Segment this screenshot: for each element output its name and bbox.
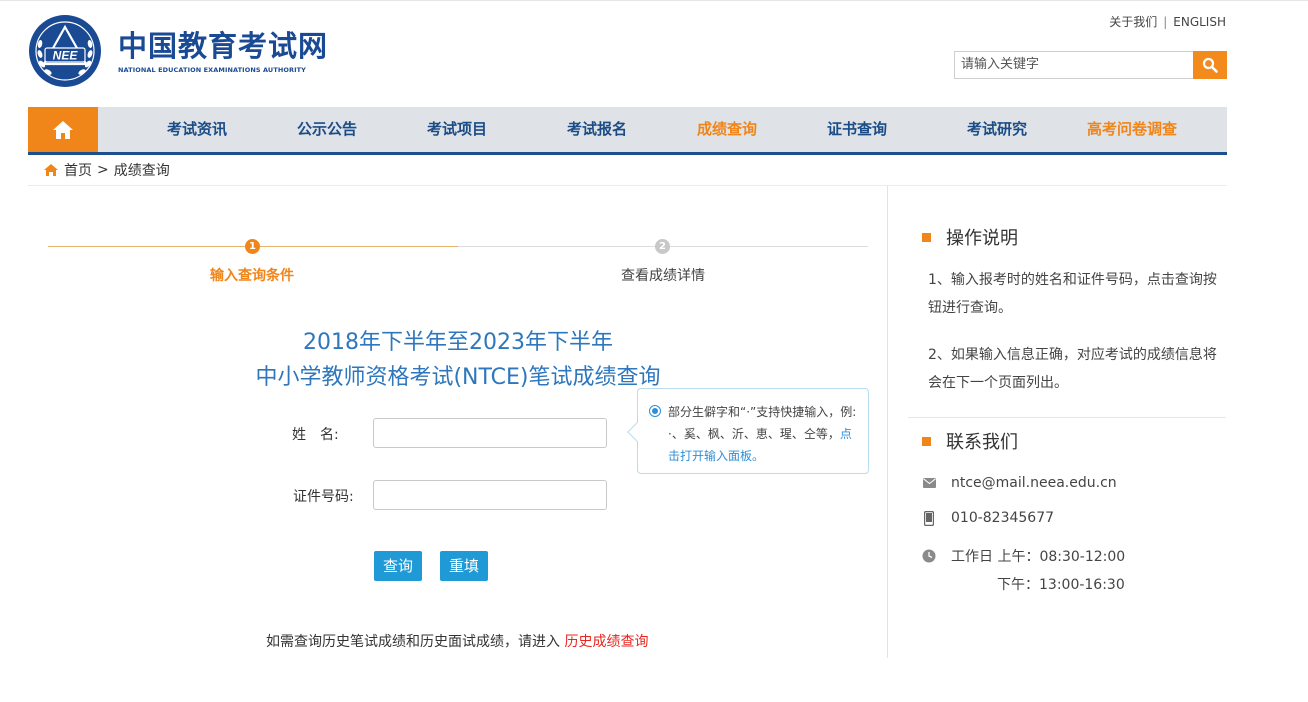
nav-item-exam-programs[interactable]: 考试项目 xyxy=(427,107,487,152)
bullet-square-icon xyxy=(922,436,931,446)
step-2-dot: 2 xyxy=(655,239,670,254)
contact-hours-row: 工作日 上午：08:30-12:00 xyxy=(922,546,1125,566)
instruction-2: 2、如果输入信息正确，对应考试的成绩信息将会在下一个页面列出。 xyxy=(928,347,1217,391)
search-icon xyxy=(1202,57,1218,73)
contact-hours-pm: 下午：13:00-16:30 xyxy=(997,577,1125,593)
radio-icon xyxy=(649,405,661,417)
contact-phone-row: 010-82345677 xyxy=(922,510,1054,526)
nav-item-score-query[interactable]: 成绩查询 xyxy=(697,107,757,152)
phone-icon xyxy=(924,510,934,526)
id-number-label: 证件号码: xyxy=(293,489,354,505)
sidebar-section-divider xyxy=(908,417,1226,418)
reset-button[interactable]: 重填 xyxy=(440,551,488,581)
history-text: 如需查询历史笔试成绩和历史面试成绩，请进入 xyxy=(266,634,565,650)
name-label: 姓 名: xyxy=(292,427,339,443)
neea-emblem-icon: NEE xyxy=(29,15,101,87)
contact-heading: 联系我们 xyxy=(922,428,1018,454)
main-nav: 考试资讯 公示公告 考试项目 考试报名 成绩查询 证书查询 考试研究 高考问卷调… xyxy=(28,107,1227,155)
nav-item-exam-research[interactable]: 考试研究 xyxy=(967,107,1027,152)
nav-item-registration[interactable]: 考试报名 xyxy=(567,107,627,152)
page-title-line-1: 2018年下半年至2023年下半年 xyxy=(303,330,613,355)
id-number-input[interactable] xyxy=(373,480,607,510)
top-links: 关于我们 | ENGLISH xyxy=(1109,13,1226,30)
logo-subtitle: NATIONAL EDUCATION EXAMINATIONS AUTHORIT… xyxy=(118,65,306,74)
top-border xyxy=(0,0,1308,1)
contact-hours-am: 工作日 上午：08:30-12:00 xyxy=(951,549,1126,565)
link-separator: | xyxy=(1163,14,1168,29)
site-search: 请输入关键字 xyxy=(954,51,1227,79)
bullet-square-icon xyxy=(922,232,931,242)
name-input[interactable] xyxy=(373,418,607,448)
input-tip-popover: 部分生僻字和“·”支持快捷输入，例: ·、奚、枫、沂、恵、瑆、仝等，点击打开输入… xyxy=(627,388,869,474)
tip-description: 部分生僻字和“·”支持快捷输入，例: ·、奚、枫、沂、恵、瑆、仝等， xyxy=(668,405,857,441)
instructions-title: 操作说明 xyxy=(946,228,1018,249)
logo-title: 中国教育考试网 xyxy=(118,28,329,63)
breadcrumb-current: 成绩查询 xyxy=(113,163,170,179)
nav-item-exam-news[interactable]: 考试资讯 xyxy=(167,107,227,152)
contact-hours-pm-row: 下午：13:00-16:30 xyxy=(997,574,1125,594)
history-score-link[interactable]: 历史成绩查询 xyxy=(564,634,648,650)
site-logo[interactable]: NEE 中国教育考试网 NATIONAL EDUCATION EXAMINATI… xyxy=(28,14,328,88)
clock-icon xyxy=(922,549,936,563)
nav-item-gaokao-survey[interactable]: 高考问卷调查 xyxy=(1087,107,1177,152)
page-title-line-2: 中小学教师资格考试(NTCE)笔试成绩查询 xyxy=(255,365,661,390)
english-link[interactable]: ENGLISH xyxy=(1173,15,1226,29)
history-notice: 如需查询历史笔试成绩和历史面试成绩，请进入 历史成绩查询 xyxy=(266,631,648,651)
query-button[interactable]: 查询 xyxy=(374,551,422,581)
search-button[interactable] xyxy=(1193,51,1227,79)
instruction-1: 1、输入报考时的姓名和证件号码，点击查询按钮进行查询。 xyxy=(928,272,1217,316)
contact-email-row: ntce@mail.neea.edu.cn xyxy=(922,475,1117,491)
svg-text:NEE: NEE xyxy=(53,49,79,63)
sidebar-divider xyxy=(887,186,888,658)
step-1-dot: 1 xyxy=(245,239,260,254)
instructions-heading: 操作说明 xyxy=(922,224,1018,250)
tip-arrow xyxy=(627,422,647,442)
mail-icon xyxy=(922,478,936,488)
nav-item-certificate-query[interactable]: 证书查询 xyxy=(827,107,887,152)
step-2-label: 查看成绩详情 xyxy=(621,268,705,284)
nav-home-button[interactable] xyxy=(28,107,98,152)
contact-title: 联系我们 xyxy=(946,432,1018,453)
about-us-link[interactable]: 关于我们 xyxy=(1109,13,1157,30)
search-input[interactable]: 请输入关键字 xyxy=(954,51,1193,79)
breadcrumb: 首页 > 成绩查询 xyxy=(43,160,170,180)
breadcrumb-divider xyxy=(28,185,1227,186)
nav-item-announcements[interactable]: 公示公告 xyxy=(297,107,357,152)
step-1-label: 输入查询条件 xyxy=(210,268,294,284)
breadcrumb-separator: > xyxy=(97,162,109,178)
home-icon xyxy=(53,120,73,139)
breadcrumb-home[interactable]: 首页 xyxy=(64,160,92,180)
home-icon xyxy=(44,164,58,176)
tip-text: 部分生僻字和“·”支持快捷输入，例: ·、奚、枫、沂、恵、瑆、仝等，点击打开输入… xyxy=(668,401,860,467)
contact-phone: 010-82345677 xyxy=(951,510,1055,526)
contact-email[interactable]: ntce@mail.neea.edu.cn xyxy=(951,475,1117,491)
